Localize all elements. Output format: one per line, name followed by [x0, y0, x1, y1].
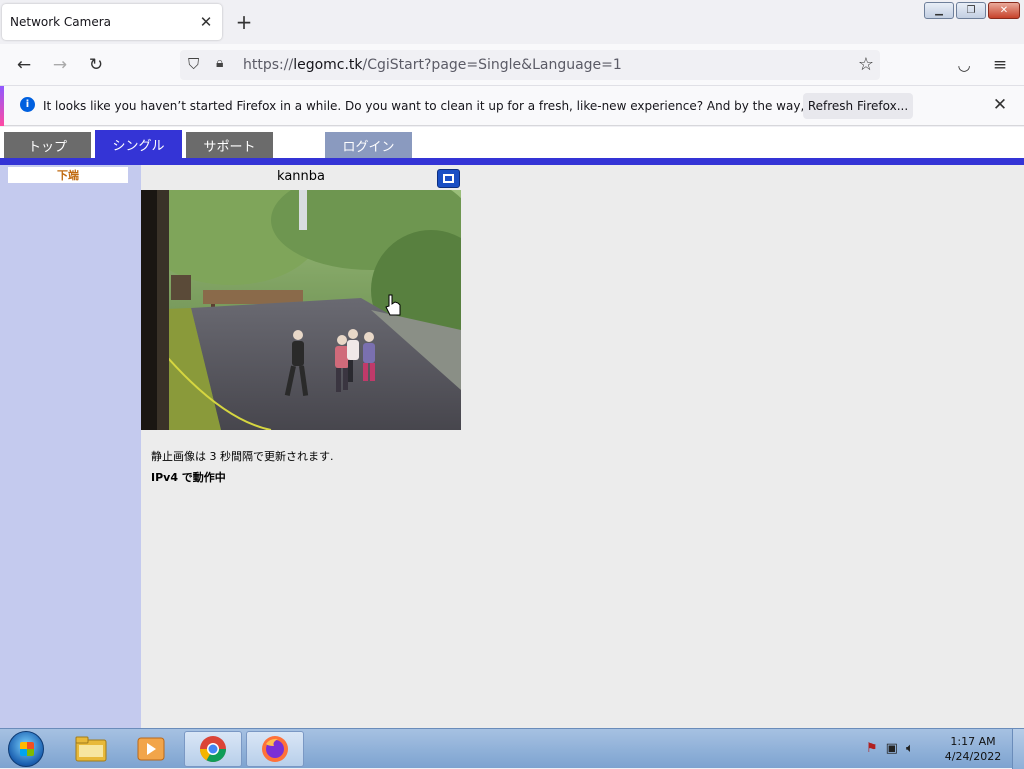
notification-bar: i It looks like you haven’t started Fire… — [0, 86, 1024, 126]
window-controls: ▁ ❐ ✕ — [924, 2, 1020, 19]
volume-icon[interactable]: 🔈︎ — [906, 741, 914, 756]
navigation-toolbar: ← → ↻ ⛉ 🔒︎ https://legomc.tk/CgiStart?pa… — [0, 44, 1024, 86]
url-host: legomc.tk — [293, 57, 363, 73]
file-explorer-icon[interactable] — [62, 731, 120, 767]
browser-tab[interactable]: Network Camera ✕ — [2, 4, 222, 40]
system-tray: ⚑ ▣ 🔈︎ — [866, 741, 914, 756]
bookmark-star-icon[interactable]: ☆ — [858, 54, 874, 75]
clock-time: 1:17 AM — [950, 735, 996, 748]
restore-button[interactable]: ❐ — [956, 2, 986, 19]
lock-icon[interactable]: 🔒︎ — [216, 55, 223, 71]
close-notification-icon[interactable]: ✕ — [990, 95, 1010, 115]
media-player-icon[interactable] — [122, 731, 180, 767]
fullscreen-icon[interactable] — [437, 169, 460, 188]
page-header: トップ シングル サポート ログイン — [0, 127, 1024, 158]
reload-icon[interactable]: ↻ — [84, 53, 108, 77]
clock-date: 4/24/2022 — [944, 750, 1002, 763]
camera-title: kannba — [277, 169, 325, 184]
tab-strip: Network Camera ✕ + ▁ ❐ ✕ — [0, 0, 1024, 44]
show-desktop-button[interactable] — [1012, 729, 1024, 769]
back-icon[interactable]: ← — [12, 53, 36, 77]
chrome-icon[interactable] — [184, 731, 242, 767]
taskbar-clock[interactable]: 1:17 AM 4/24/2022 — [940, 734, 1006, 764]
address-bar[interactable]: ⛉ 🔒︎ https://legomc.tk/CgiStart?page=Sin… — [180, 50, 880, 80]
nav-tab-support[interactable]: サポート — [186, 132, 273, 158]
accent-divider — [0, 158, 1024, 165]
new-tab-icon[interactable]: + — [232, 10, 256, 34]
start-button[interactable] — [8, 731, 44, 767]
nav-tab-single[interactable]: シングル — [95, 130, 182, 158]
notification-accent — [0, 86, 4, 126]
firefox-icon[interactable] — [246, 731, 304, 767]
tab-title: Network Camera — [10, 15, 112, 29]
protocol-status-text: IPv4 で動作中 — [151, 471, 226, 484]
sidebar-item-camera[interactable]: 下端 — [8, 167, 128, 183]
action-center-icon[interactable]: ⚑ — [866, 741, 878, 756]
network-icon[interactable]: ▣ — [886, 741, 898, 756]
url-text[interactable]: https://legomc.tk/CgiStart?page=Single&L… — [243, 57, 622, 73]
camera-sidebar: 下端 — [0, 165, 141, 728]
nav-tab-top[interactable]: トップ — [4, 132, 91, 158]
close-window-button[interactable]: ✕ — [988, 2, 1020, 19]
url-path: /CgiStart?page=Single&Language=1 — [362, 57, 622, 73]
menu-icon[interactable]: ≡ — [988, 53, 1012, 77]
windows-taskbar: ⚑ ▣ 🔈︎ 1:17 AM 4/24/2022 — [0, 728, 1024, 769]
web-page: トップ シングル サポート ログイン 下端 kannba 静止画像は 3 秒間隔… — [0, 127, 1024, 728]
tracking-protection-icon[interactable]: ⛉ — [188, 55, 199, 73]
forward-icon[interactable]: → — [48, 53, 72, 77]
pocket-icon[interactable]: ◡ — [952, 53, 976, 77]
camera-image[interactable] — [141, 190, 461, 430]
nav-tab-login[interactable]: ログイン — [325, 132, 412, 158]
notification-text: It looks like you haven’t started Firefo… — [43, 99, 899, 113]
refresh-firefox-button[interactable]: Refresh Firefox... — [803, 93, 913, 119]
close-tab-icon[interactable]: ✕ — [196, 12, 216, 32]
refresh-interval-text: 静止画像は 3 秒間隔で更新されます. — [151, 450, 334, 463]
info-icon: i — [20, 97, 35, 112]
camera-scene — [141, 190, 461, 430]
minimize-button[interactable]: ▁ — [924, 2, 954, 19]
url-scheme: https:// — [243, 57, 294, 73]
